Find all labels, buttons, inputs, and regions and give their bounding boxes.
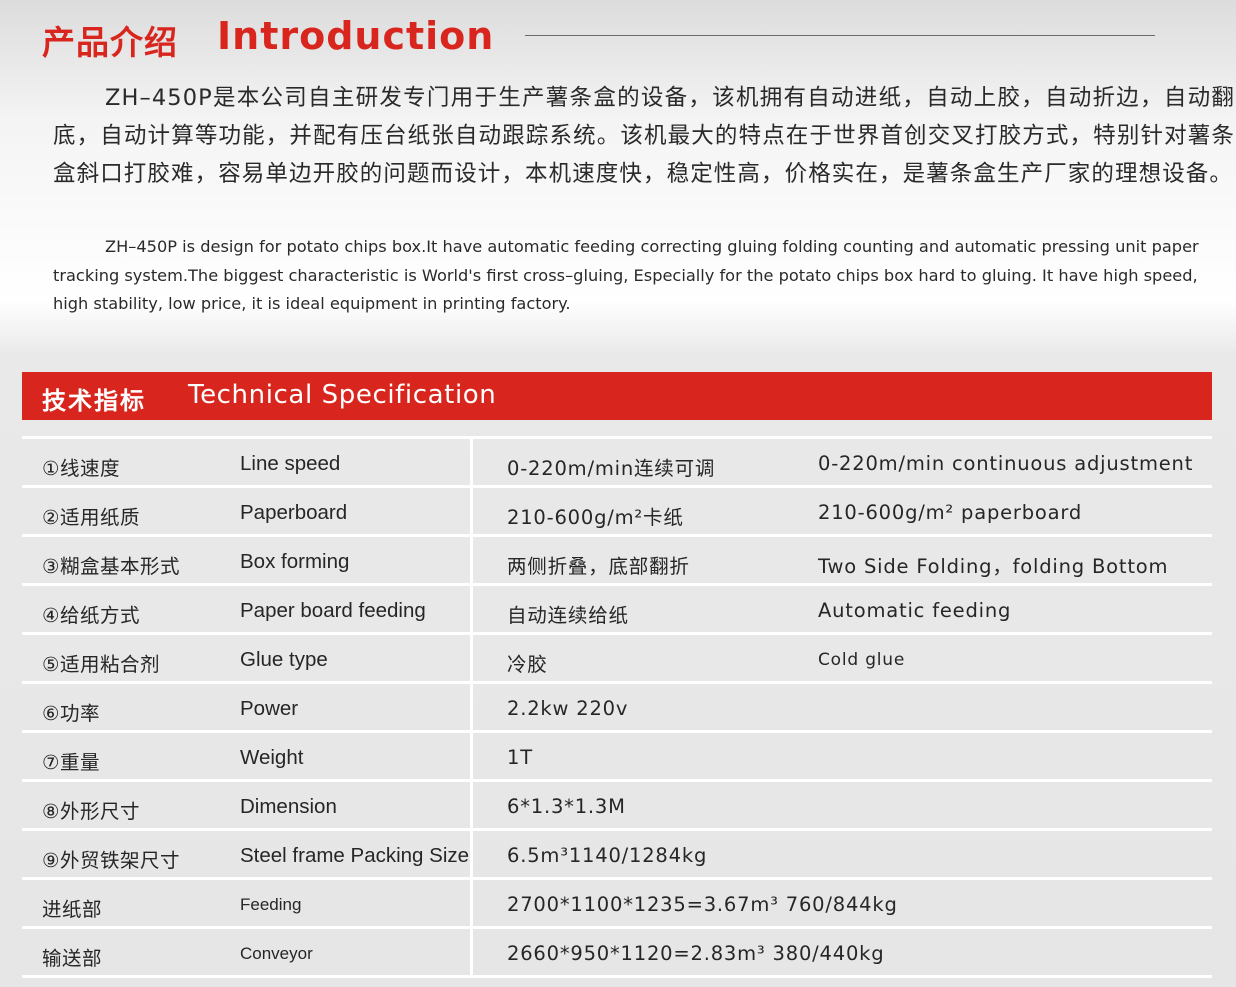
- row-label-cn: ③糊盒基本形式: [42, 555, 180, 578]
- row-value-cn: 210-600g/m²卡纸: [507, 506, 684, 529]
- row-label-en: Steel frame Packing Size: [240, 844, 470, 867]
- table-row: ①线速度 Line speed 0-220m/min连续可调 0-220m/mi…: [22, 439, 1212, 488]
- row-label-en: Dimension: [240, 795, 337, 818]
- row-label-cn: ⑧外形尺寸: [42, 800, 140, 823]
- row-value-cn: 冷胶: [507, 653, 548, 676]
- spec-header-bar: 技术指标 Technical Specification: [22, 372, 1212, 420]
- row-value-en: 0-220m/min continuous adjustment: [818, 452, 1194, 475]
- table-row: ⑨外贸铁架尺寸 Steel frame Packing Size 6.5m³11…: [22, 831, 1212, 880]
- row-value-cn: 0-220m/min连续可调: [507, 457, 716, 480]
- row-label-en: Feeding: [240, 895, 302, 914]
- column-divider: [470, 733, 473, 779]
- row-label-en: Box forming: [240, 550, 350, 573]
- row-label-cn: ⑥功率: [42, 702, 100, 725]
- table-row: ②适用纸质 Paperboard 210-600g/m²卡纸 210-600g/…: [22, 488, 1212, 537]
- table-row: ③糊盒基本形式 Box forming 两侧折叠，底部翻折 Two Side F…: [22, 537, 1212, 586]
- column-divider: [470, 831, 473, 877]
- row-value-en: Two Side Folding，folding Bottom: [818, 555, 1169, 578]
- spec-title-cn: 技术指标: [42, 387, 146, 415]
- row-label-cn: ⑦重量: [42, 751, 100, 774]
- row-value-cn: 6*1.3*1.3M: [507, 795, 626, 818]
- column-divider: [470, 782, 473, 828]
- column-divider: [470, 586, 473, 632]
- row-label-cn: ⑤适用粘合剂: [42, 653, 160, 676]
- row-label-cn: 进纸部: [42, 898, 103, 921]
- row-label-en: Conveyor: [240, 944, 313, 963]
- row-label-cn: ⑨外贸铁架尺寸: [42, 849, 180, 872]
- table-row: ⑤适用粘合剂 Glue type 冷胶 Cold glue: [22, 635, 1212, 684]
- table-row: 输送部 Conveyor 2660*950*1120=2.83m³ 380/44…: [22, 929, 1212, 978]
- row-value-cn: 自动连续给纸: [507, 604, 629, 627]
- column-divider: [470, 635, 473, 681]
- column-divider: [470, 488, 473, 534]
- table-row: ④给纸方式 Paper board feeding 自动连续给纸 Automat…: [22, 586, 1212, 635]
- column-divider: [470, 880, 473, 926]
- column-divider: [470, 537, 473, 583]
- table-row: 进纸部 Feeding 2700*1100*1235=3.67m³ 760/84…: [22, 880, 1212, 929]
- row-label-cn: ②适用纸质: [42, 506, 140, 529]
- table-row: ⑧外形尺寸 Dimension 6*1.3*1.3M: [22, 782, 1212, 831]
- row-value-cn: 两侧折叠，底部翻折: [507, 555, 690, 578]
- row-label-en: Paperboard: [240, 501, 348, 524]
- intro-paragraph-cn: ZH–450P是本公司自主研发专门用于生产薯条盒的设备，该机拥有自动进纸，自动上…: [53, 85, 1235, 187]
- row-value-en: 210-600g/m² paperboard: [818, 501, 1083, 524]
- row-label-cn: 输送部: [42, 947, 103, 970]
- table-row: ⑥功率 Power 2.2kw 220v: [22, 684, 1212, 733]
- row-value-en: Automatic feeding: [818, 599, 1012, 622]
- header-divider: [525, 35, 1155, 36]
- row-label-en: Weight: [240, 746, 304, 769]
- row-value-cn: 2.2kw 220v: [507, 697, 629, 720]
- column-divider: [470, 439, 473, 485]
- row-label-cn: ①线速度: [42, 457, 120, 480]
- row-label-cn: ④给纸方式: [42, 604, 140, 627]
- row-value-cn: 2660*950*1120=2.83m³ 380/440kg: [507, 942, 885, 965]
- intro-header: 产品介绍 Introduction: [42, 14, 1202, 62]
- intro-title-cn: 产品介绍: [42, 23, 178, 62]
- spec-table: ①线速度 Line speed 0-220m/min连续可调 0-220m/mi…: [22, 436, 1212, 978]
- row-label-en: Line speed: [240, 452, 341, 475]
- row-value-en: Cold glue: [818, 650, 906, 670]
- column-divider: [470, 929, 473, 975]
- row-label-en: Paper board feeding: [240, 599, 426, 622]
- intro-title-en: Introduction: [217, 14, 495, 58]
- column-divider: [470, 684, 473, 730]
- spec-title-en: Technical Specification: [188, 380, 497, 410]
- row-value-cn: 2700*1100*1235=3.67m³ 760/844kg: [507, 893, 898, 916]
- row-label-en: Glue type: [240, 648, 328, 671]
- intro-paragraph-en: ZH–450P is design for potato chips box.I…: [53, 237, 1199, 313]
- row-value-cn: 6.5m³1140/1284kg: [507, 844, 708, 867]
- table-row: ⑦重量 Weight 1T: [22, 733, 1212, 782]
- row-value-cn: 1T: [507, 746, 533, 769]
- row-label-en: Power: [240, 697, 299, 720]
